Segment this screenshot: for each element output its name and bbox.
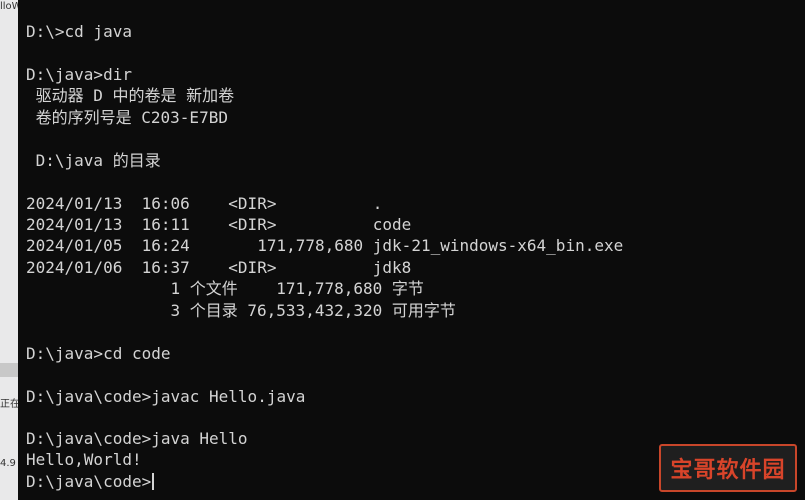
site-watermark: 宝哥软件园 xyxy=(659,444,797,492)
dir-entry: 2024/01/06 16:37 <DIR> jdk8 xyxy=(26,258,412,277)
terminal-line: D:\java>cd code xyxy=(26,344,171,363)
background-window-title: lloW xyxy=(0,1,18,12)
terminal-line: 驱动器 D 中的卷是 新加卷 xyxy=(26,86,235,105)
dir-entry: 2024/01/13 16:06 <DIR> . xyxy=(26,194,383,213)
terminal-line: D:\java\code>javac Hello.java xyxy=(26,387,306,406)
text-cursor xyxy=(152,473,155,490)
terminal-line: D:\>cd java xyxy=(26,22,132,41)
background-window-strip: lloW 正在 4.9 xyxy=(0,0,18,500)
terminal-line: 卷的序列号是 C203-E7BD xyxy=(26,108,228,127)
terminal-line: D:\java\code>java Hello xyxy=(26,429,248,448)
program-output: Hello,World! xyxy=(26,450,142,469)
prompt-text: D:\java\code> xyxy=(26,472,152,491)
watermark-text: 宝哥软件园 xyxy=(670,458,786,483)
command-prompt[interactable]: D:\java\code> xyxy=(26,472,155,492)
dir-summary: 3 个目录 76,533,432,320 可用字节 xyxy=(26,301,456,320)
background-window-label-b: 4.9 xyxy=(0,458,16,469)
background-window-selection xyxy=(0,363,18,377)
background-window-label-a: 正在 xyxy=(0,399,18,410)
dir-entry: 2024/01/05 16:24 171,778,680 jdk-21_wind… xyxy=(26,236,624,255)
dir-entry: 2024/01/13 16:11 <DIR> code xyxy=(26,215,412,234)
terminal-line: D:\java>dir xyxy=(26,65,132,84)
terminal-window[interactable]: D:\>cd java D:\java>dir 驱动器 D 中的卷是 新加卷 卷… xyxy=(18,0,805,500)
terminal-line: D:\java 的目录 xyxy=(26,151,161,170)
dir-summary: 1 个文件 171,778,680 字节 xyxy=(26,279,424,298)
